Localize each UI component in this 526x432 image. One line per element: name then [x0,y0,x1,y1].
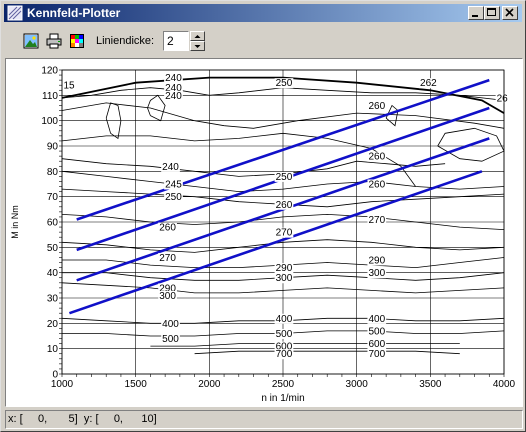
close-icon [505,8,514,17]
y-tick-label: 90 [47,142,59,153]
printer-icon[interactable] [45,32,63,50]
window-title: Kennfeld-Plotter [27,6,121,20]
color-palette-icon[interactable] [68,32,86,50]
y-tick-label: 0 [52,370,58,381]
contour-label: 260 [368,152,385,163]
status-y-prefix: y: [ [83,413,99,425]
contour-label: 290 [368,256,385,267]
y-tick-label: 120 [41,66,58,77]
contour-label: 400 [162,319,179,330]
contour-label: 270 [276,228,293,239]
contour-label: 250 [165,192,182,203]
contour-line [194,350,460,355]
contour-label: 400 [368,314,385,325]
y-tick-label: 110 [42,91,58,102]
contour-label: 26 [497,93,509,104]
contour-label: 240 [165,91,182,102]
title-bar[interactable]: Kennfeld-Plotter [4,4,522,22]
contour-label: 260 [159,223,176,234]
x-tick-label: 1000 [51,379,74,390]
x-tick-label: 4000 [493,379,516,390]
contour-label: 15 [63,81,75,92]
contour-label: 250 [276,172,293,183]
contour-label: 500 [368,326,385,337]
close-button[interactable] [502,6,518,20]
contour-label: 700 [276,349,293,360]
plot-area[interactable]: 15 240 240 240 250 262 26 260 240 245 250 250 260 260… [5,58,523,407]
maximize-icon [487,8,496,16]
y-tick-label: 20 [47,319,59,330]
contour-label: 270 [368,215,385,226]
operating-line [68,170,483,315]
plotter-window: Kennfeld-Plotter Liniendicke: 2 15 240 2… [0,0,526,432]
plot-app-icon [7,5,23,21]
minimize-button[interactable] [468,6,484,20]
contour-line [61,132,416,187]
status-y-from: 0, [113,413,123,425]
linewidth-down-button[interactable] [190,41,205,51]
y-tick-label: 50 [47,243,59,254]
linewidth-input[interactable]: 2 [163,31,189,51]
x-tick-label: 2000 [198,379,221,390]
contour-label: 270 [159,253,176,264]
x-tick-label: 2500 [272,379,295,390]
x-tick-label: 3500 [419,379,442,390]
status-x-from: 0, [37,413,48,425]
engine-map-chart[interactable]: 15240240240250 26226260240245250250260260… [6,59,522,406]
y-tick-label: 70 [47,192,59,203]
x-tick-label: 1500 [125,379,148,390]
linewidth-label: Liniendicke: [96,35,155,47]
status-x-to: 5] [68,413,78,425]
contour-line [150,343,460,347]
y-tick-label: 100 [41,116,58,127]
contour-label: 260 [368,180,385,191]
contour-label: 245 [165,180,182,191]
x-axis-label: n in 1/min [261,393,304,404]
contour-label: 262 [420,78,437,89]
status-x-prefix: x: [ [8,413,23,425]
status-bar: x: [ 0, 5] y: [ 0, 10] [5,410,523,429]
arrow-up-icon [194,35,201,38]
minimize-icon [472,15,478,17]
y-tick-label: 40 [47,268,59,279]
linewidth-up-button[interactable] [190,31,205,41]
contour-label: 250 [276,78,293,89]
toolbar: Liniendicke: 2 [5,27,522,55]
y-tick-label: 80 [47,167,59,178]
y-tick-label: 60 [47,218,59,229]
image-icon[interactable] [22,32,40,50]
x-tick-label: 3000 [346,379,369,390]
y-tick-label: 10 [47,344,59,355]
status-y-to: 10] [141,413,157,425]
contour-label: 500 [162,334,179,345]
contour-label: 700 [368,349,385,360]
contour-label: 300 [159,291,176,302]
y-axis-label: M in Nm [10,205,20,239]
contour-label: 260 [368,101,385,112]
contour-label: 240 [162,162,179,173]
contour-label: 300 [368,268,385,279]
contour-label: 400 [276,314,293,325]
arrow-down-icon [194,45,201,48]
contour-label: 500 [276,329,293,340]
contour-label: 300 [276,273,293,284]
contour-label: 260 [276,200,293,211]
maximize-button[interactable] [484,6,500,20]
y-tick-label: 30 [47,294,59,305]
